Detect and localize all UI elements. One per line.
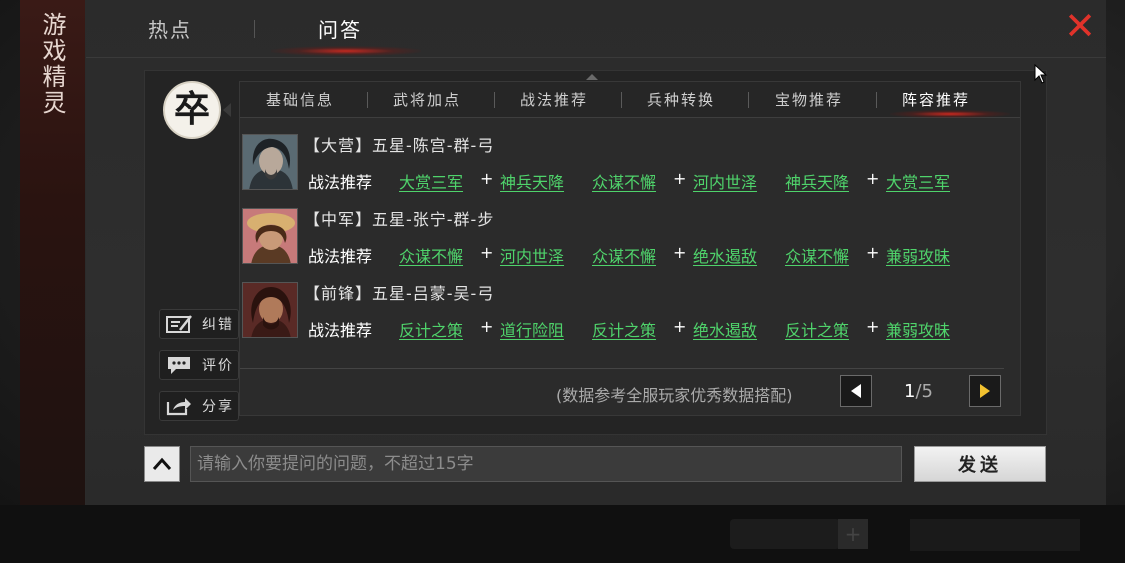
list-item: 【中军】五星-张宁-群-步 战法推荐 众谋不懈 + 河内世泽 众谋不懈 + 绝水… bbox=[240, 206, 1020, 274]
arrow-right-icon bbox=[980, 384, 990, 398]
skill-link[interactable]: 神兵天降 bbox=[500, 169, 564, 193]
side-title: 游戏精灵 bbox=[38, 12, 66, 116]
tab-hot[interactable]: 热点 bbox=[148, 14, 192, 43]
skill-link[interactable]: 众谋不懈 bbox=[785, 243, 849, 267]
currency-add-button: + bbox=[838, 519, 868, 549]
tab-divider bbox=[748, 92, 749, 108]
tab-divider bbox=[254, 20, 255, 38]
skill-link[interactable]: 大赏三军 bbox=[886, 169, 950, 193]
active-tab-glow bbox=[271, 46, 421, 56]
skill-link[interactable]: 反计之策 bbox=[592, 317, 656, 341]
tab-divider bbox=[367, 92, 368, 108]
general-title: 【大营】五星-陈宫-群-弓 bbox=[304, 136, 495, 155]
tab-divider bbox=[876, 92, 877, 108]
question-input[interactable] bbox=[190, 446, 902, 482]
plus-sign: + bbox=[866, 169, 880, 188]
page-indicator: 1/5 bbox=[904, 381, 933, 402]
plus-sign: + bbox=[673, 317, 687, 336]
plus-sign: + bbox=[866, 243, 880, 262]
send-button[interactable]: 发送 bbox=[914, 446, 1046, 482]
close-icon[interactable]: ✕ bbox=[1062, 7, 1098, 46]
general-title: 【中军】五星-张宁-群-步 bbox=[304, 210, 495, 229]
plus-sign: + bbox=[673, 243, 687, 262]
tab-lineup[interactable]: 阵容推荐 bbox=[902, 89, 970, 110]
qa-content: 卒 纠错 评价 分享 基础信息 武将加点 战法推荐 兵种转换 宝物推荐 阵容推荐… bbox=[144, 70, 1047, 435]
plus-sign: + bbox=[866, 317, 880, 336]
avatar: 卒 bbox=[163, 81, 221, 139]
prev-page-button[interactable] bbox=[840, 375, 872, 407]
list-item: 【前锋】五星-吕蒙-吴-弓 战法推荐 反计之策 + 道行险阻 反计之策 + 绝水… bbox=[240, 280, 1020, 348]
skill-link[interactable]: 绝水遏敌 bbox=[693, 317, 757, 341]
rate-label: 评价 bbox=[202, 358, 234, 374]
edit-icon bbox=[166, 315, 192, 333]
tab-general-points[interactable]: 武将加点 bbox=[393, 89, 461, 110]
collapse-button[interactable] bbox=[144, 446, 180, 482]
general-portrait[interactable] bbox=[242, 134, 298, 190]
page-current: 1 bbox=[904, 381, 916, 402]
report-error-label: 纠错 bbox=[202, 317, 234, 333]
skill-link[interactable]: 反计之策 bbox=[399, 317, 463, 341]
tab-divider bbox=[494, 92, 495, 108]
answer-card: 基础信息 武将加点 战法推荐 兵种转换 宝物推荐 阵容推荐 【大营】五星-陈宫-… bbox=[239, 74, 1021, 416]
general-portrait[interactable] bbox=[242, 208, 298, 264]
plus-sign: + bbox=[480, 243, 494, 262]
mouse-cursor-icon bbox=[1034, 64, 1048, 84]
top-tab-bar: 热点 问答 ✕ bbox=[86, 0, 1106, 58]
page-total: 5 bbox=[921, 381, 933, 402]
tab-basic-info[interactable]: 基础信息 bbox=[266, 89, 334, 110]
background-button bbox=[910, 519, 1080, 551]
arrow-left-icon bbox=[851, 384, 861, 398]
skill-link[interactable]: 河内世泽 bbox=[500, 243, 564, 267]
rate-button[interactable]: 评价 bbox=[159, 350, 239, 380]
share-icon bbox=[166, 398, 191, 416]
question-bar: 发送 bbox=[144, 444, 1047, 484]
sub-tab-bar: 基础信息 武将加点 战法推荐 兵种转换 宝物推荐 阵容推荐 bbox=[240, 82, 1020, 118]
caret-up-icon bbox=[586, 74, 598, 80]
skill-link[interactable]: 兼弱攻昧 bbox=[886, 317, 950, 341]
skill-link[interactable]: 反计之策 bbox=[785, 317, 849, 341]
skill-link[interactable]: 兼弱攻昧 bbox=[886, 243, 950, 267]
skill-link[interactable]: 神兵天降 bbox=[785, 169, 849, 193]
comment-icon bbox=[168, 357, 190, 374]
next-page-button[interactable] bbox=[969, 375, 1001, 407]
list-item: 【大营】五星-陈宫-群-弓 战法推荐 大赏三军 + 神兵天降 众谋不懈 + 河内… bbox=[240, 132, 1020, 200]
general-portrait[interactable] bbox=[242, 282, 298, 338]
skill-link[interactable]: 众谋不懈 bbox=[399, 243, 463, 267]
active-tab-glow bbox=[890, 110, 1010, 118]
skill-link[interactable]: 绝水遏敌 bbox=[693, 243, 757, 267]
general-title: 【前锋】五星-吕蒙-吴-弓 bbox=[304, 284, 495, 303]
tab-troop-convert[interactable]: 兵种转换 bbox=[647, 89, 715, 110]
game-bottom-bar: + bbox=[0, 505, 1125, 563]
plus-sign: + bbox=[480, 169, 494, 188]
skill-link[interactable]: 众谋不懈 bbox=[592, 243, 656, 267]
plus-sign: + bbox=[673, 169, 687, 188]
share-label: 分享 bbox=[202, 399, 234, 415]
tactics-label: 战法推荐 bbox=[308, 247, 373, 266]
share-button[interactable]: 分享 bbox=[159, 391, 239, 421]
tab-tactics[interactable]: 战法推荐 bbox=[520, 89, 588, 110]
tab-qa[interactable]: 问答 bbox=[318, 14, 362, 43]
currency-box bbox=[730, 519, 840, 549]
skill-link[interactable]: 众谋不懈 bbox=[592, 169, 656, 193]
skill-link[interactable]: 河内世泽 bbox=[693, 169, 757, 193]
tab-divider bbox=[621, 92, 622, 108]
chevron-up-icon bbox=[152, 457, 172, 470]
tab-treasure[interactable]: 宝物推荐 bbox=[775, 89, 843, 110]
helper-panel: 热点 问答 ✕ 卒 纠错 评价 分享 基础信息 武将加点 战法推荐 兵种转换 宝… bbox=[86, 0, 1106, 505]
tactics-label: 战法推荐 bbox=[308, 173, 373, 192]
plus-sign: + bbox=[480, 317, 494, 336]
skill-link[interactable]: 道行险阻 bbox=[500, 317, 564, 341]
side-strip: 游戏精灵 bbox=[20, 0, 86, 505]
skill-link[interactable]: 大赏三军 bbox=[399, 169, 463, 193]
data-source-note: (数据参考全服玩家优秀数据搭配) bbox=[556, 386, 793, 405]
report-error-button[interactable]: 纠错 bbox=[159, 309, 239, 339]
bubble-pointer bbox=[223, 103, 231, 117]
divider bbox=[240, 368, 1004, 369]
tactics-label: 战法推荐 bbox=[308, 321, 373, 340]
